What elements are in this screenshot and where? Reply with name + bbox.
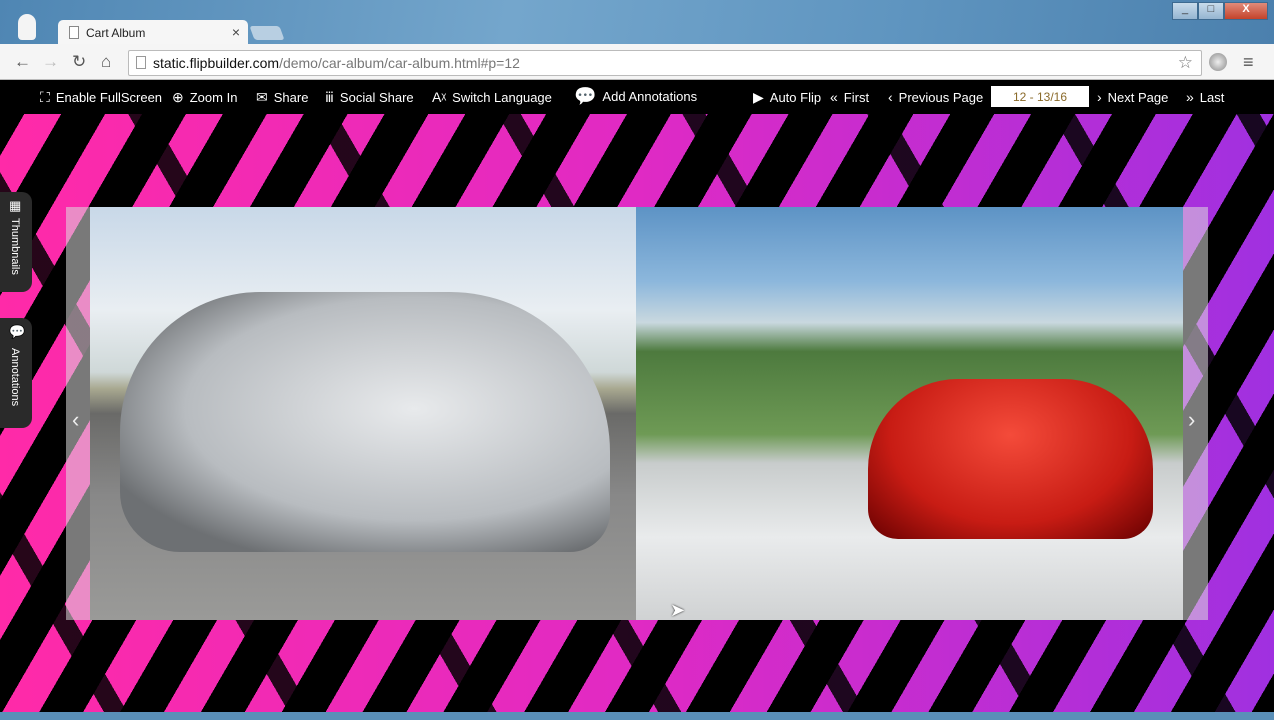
- forward-icon[interactable]: →: [42, 52, 59, 72]
- page-12-mercedes-photo[interactable]: [90, 207, 636, 620]
- language-icon: Aᵡ: [432, 89, 447, 105]
- last-page-button[interactable]: » Last: [1186, 89, 1224, 105]
- first-page-button[interactable]: « First: [830, 89, 869, 105]
- auto-flip-label: Auto Flip: [769, 90, 822, 105]
- social-share-button[interactable]: ⅲ Social Share: [325, 89, 414, 106]
- zoom-in-button[interactable]: ⊕ Zoom In: [172, 89, 237, 106]
- flipbook-toolbar: ⛶ Enable FullScreen ⊕ Zoom In ✉ Share ⅲ Soci…: [0, 80, 1274, 114]
- new-tab-button[interactable]: [249, 26, 285, 40]
- close-window-button[interactable]: X: [1224, 2, 1268, 20]
- double-right-icon: »: [1186, 89, 1194, 105]
- add-annotations-label: Add Annotations: [602, 89, 698, 104]
- zoom-label: Zoom In: [189, 90, 238, 105]
- flipbook-viewport: ⛶ Enable FullScreen ⊕ Zoom In ✉ Share ⅲ Soci…: [0, 80, 1274, 712]
- chevron-left-icon: ‹: [888, 89, 893, 105]
- speech-bubble-icon: 💬: [9, 324, 26, 339]
- fullscreen-label: Enable FullScreen: [55, 90, 163, 105]
- previous-page-button[interactable]: ‹ Previous Page: [888, 89, 983, 105]
- url-path: /demo/car-album/car-album.html#p=12: [279, 55, 520, 71]
- switch-language-label: Switch Language: [452, 89, 552, 105]
- speech-bubble-icon: 💬: [574, 86, 597, 106]
- people-icon: ⅲ: [325, 89, 334, 105]
- page-icon: [69, 26, 79, 39]
- window-bottom-border: [0, 712, 1274, 720]
- first-label: First: [843, 89, 870, 105]
- next-page-arrow-icon[interactable]: ›: [1188, 407, 1195, 433]
- page-icon: [136, 56, 146, 69]
- page-13-ferrari-photo[interactable]: [636, 207, 1183, 620]
- share-button[interactable]: ✉ Share: [256, 89, 308, 106]
- annotations-tab[interactable]: 💬 Annotations: [0, 318, 32, 428]
- close-tab-icon[interactable]: ×: [232, 24, 240, 40]
- social-share-label: Social Share: [339, 90, 414, 105]
- silver-car-image: [120, 292, 610, 552]
- browser-tab[interactable]: Cart Album ×: [58, 20, 248, 46]
- annotations-label: Annotations: [9, 348, 21, 407]
- switch-language-button[interactable]: Aᵡ Switch Language: [432, 89, 552, 105]
- red-car-image: [868, 379, 1153, 539]
- extension-globe-icon[interactable]: [1209, 53, 1227, 71]
- address-bar[interactable]: static.flipbuilder.com/demo/car-album/ca…: [128, 50, 1202, 76]
- next-page-button[interactable]: › Next Page: [1097, 89, 1168, 105]
- maximize-button[interactable]: □: [1198, 2, 1224, 20]
- auto-flip-button[interactable]: ▶ Auto Flip: [753, 89, 821, 106]
- double-left-icon: «: [830, 89, 838, 105]
- minimize-button[interactable]: _: [1172, 2, 1198, 20]
- url-host: static.flipbuilder.com: [153, 55, 280, 71]
- window-titlebar: Cart Album × _ □ X: [0, 0, 1274, 46]
- play-icon: ▶: [753, 89, 764, 105]
- home-icon[interactable]: ⌂: [101, 52, 111, 72]
- thumbnails-tab[interactable]: ▦ Thumbnails: [0, 192, 32, 292]
- bookmark-star-icon[interactable]: ☆: [1178, 53, 1193, 73]
- menu-icon[interactable]: ≡: [1243, 52, 1254, 73]
- next-label: Next Page: [1107, 89, 1169, 105]
- fullscreen-button[interactable]: ⛶ Enable FullScreen: [40, 89, 162, 106]
- prev-page-arrow-icon[interactable]: ‹: [72, 407, 79, 433]
- fullscreen-icon: ⛶: [40, 89, 50, 105]
- last-label: Last: [1199, 89, 1225, 105]
- previous-label: Previous Page: [898, 89, 984, 105]
- chevron-right-icon: ›: [1097, 89, 1102, 105]
- grid-icon: ▦: [9, 198, 22, 213]
- flipbook[interactable]: ‹ ›: [66, 207, 1208, 620]
- zoom-in-icon: ⊕: [172, 89, 184, 105]
- reload-icon[interactable]: ↻: [72, 52, 86, 72]
- mail-icon: ✉: [256, 89, 268, 105]
- page-number-input[interactable]: 12 - 13/16: [991, 86, 1089, 107]
- share-label: Share: [273, 90, 309, 105]
- mouse-cursor-icon: ➤: [670, 600, 686, 620]
- profile-icon[interactable]: [18, 14, 36, 40]
- navigation-bar: ← → ↻ ⌂ static.flipbuilder.com/demo/car-…: [0, 44, 1274, 80]
- thumbnails-label: Thumbnails: [9, 218, 21, 275]
- tab-title: Cart Album: [86, 26, 146, 40]
- add-annotations-button[interactable]: 💬 Add Annotations: [574, 86, 697, 107]
- back-icon[interactable]: ←: [14, 52, 31, 72]
